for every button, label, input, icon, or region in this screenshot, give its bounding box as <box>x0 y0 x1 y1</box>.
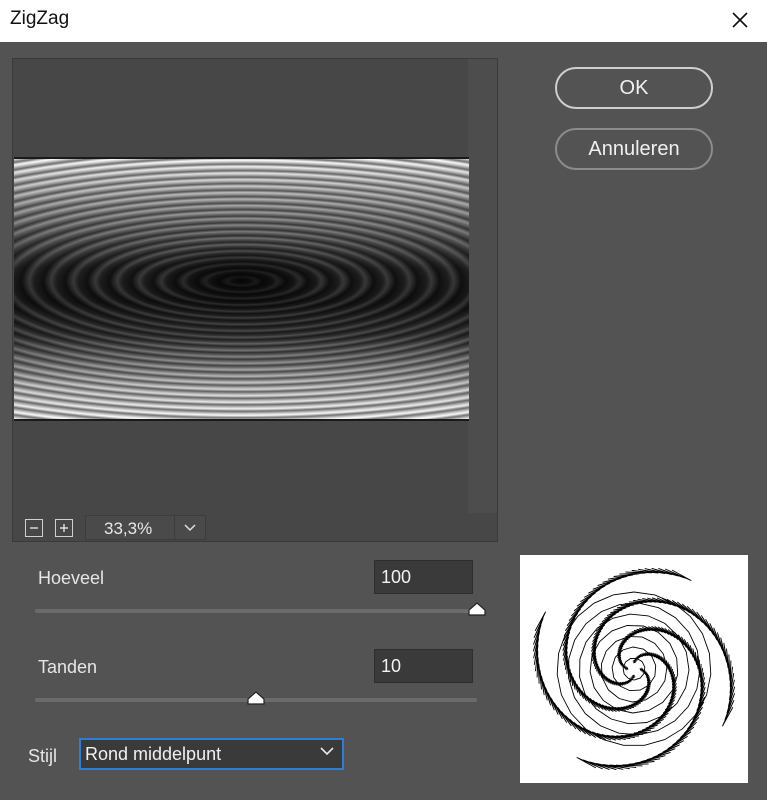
style-select-value: Rond middelpunt <box>85 744 222 764</box>
dialog-title: ZigZag <box>10 8 70 29</box>
ridges-input[interactable]: 10 <box>374 649 473 683</box>
title-bar: ZigZag <box>0 0 767 42</box>
style-thumbnail <box>520 555 748 783</box>
chevron-down-icon <box>320 747 334 756</box>
swirl-ring <box>600 635 668 703</box>
plus-icon <box>60 524 68 532</box>
ridges-label: Tanden <box>38 657 98 677</box>
swirl-ring <box>589 625 679 714</box>
cancel-button[interactable]: Annuleren <box>555 128 713 170</box>
zigzag-swirl-diagram <box>532 567 736 771</box>
preview-scrollbar[interactable] <box>468 59 497 515</box>
close-icon <box>732 12 748 28</box>
chevron-down-icon <box>184 523 196 531</box>
zoom-level-value: 33,3% <box>104 519 153 538</box>
ridges-slider[interactable] <box>35 691 477 705</box>
zoom-dropdown-button[interactable] <box>174 516 205 539</box>
swirl-ring <box>568 602 701 736</box>
style-label: Stijl <box>28 746 58 766</box>
zoom-in-button[interactable] <box>55 519 73 537</box>
ok-button[interactable]: OK <box>555 67 713 109</box>
filter-preview[interactable]: 33,3% <box>12 58 498 542</box>
zoom-out-button[interactable] <box>25 519 43 537</box>
close-button[interactable] <box>723 4 757 36</box>
minus-icon <box>30 527 38 529</box>
zoom-bar: 33,3% <box>13 513 497 541</box>
amount-slider[interactable] <box>35 602 486 616</box>
zoom-level-field[interactable]: 33,3% <box>85 515 206 540</box>
amount-slider-thumb[interactable] <box>468 602 486 616</box>
amount-input[interactable]: 100 <box>374 560 473 594</box>
ridges-slider-thumb[interactable] <box>247 691 265 705</box>
preview-image[interactable] <box>14 157 469 421</box>
amount-label: Hoeveel <box>38 568 105 588</box>
style-select[interactable]: Rond middelpunt <box>79 738 344 770</box>
swirl-ring <box>556 591 712 746</box>
